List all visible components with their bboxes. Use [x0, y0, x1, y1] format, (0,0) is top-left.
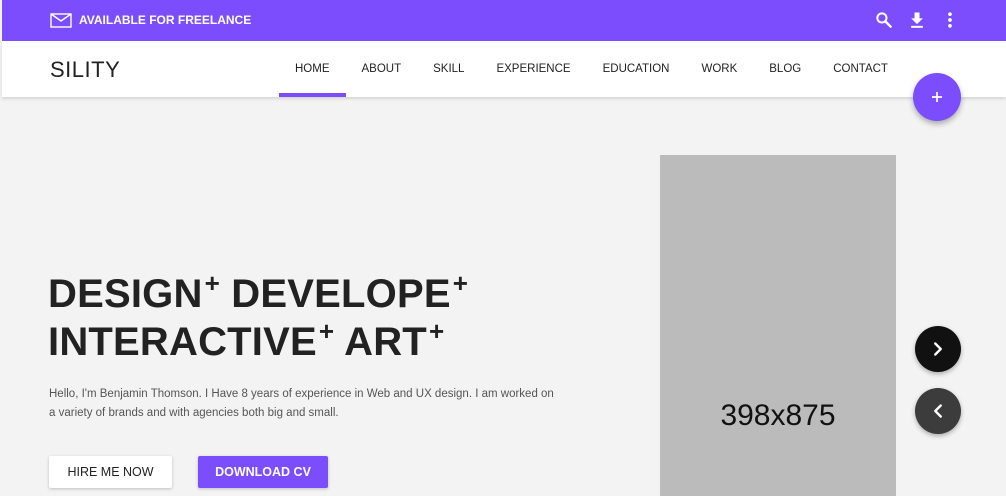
prev-slide-button[interactable] [915, 388, 961, 434]
plus-mark: + [204, 268, 220, 298]
freelance-status: AVAILABLE FOR FREELANCE [50, 11, 251, 29]
nav-item-skill[interactable]: SKILL [417, 41, 480, 97]
nav-item-experience[interactable]: EXPERIENCE [480, 41, 586, 97]
hire-me-button[interactable]: HIRE ME NOW [49, 456, 172, 488]
chevron-right-icon [934, 342, 942, 356]
more-vert-icon[interactable] [940, 10, 960, 30]
hero-word: DESIGN [48, 272, 203, 316]
hero-title: DESIGN+ DEVELOPE+ INTERACTIVE+ ART+ [48, 270, 468, 366]
nav-item-home[interactable]: HOME [279, 41, 346, 97]
plus-mark: + [452, 268, 469, 298]
main-menu: HOME ABOUT SKILL EXPERIENCE EDUCATION WO… [279, 41, 904, 97]
nav-item-contact[interactable]: CONTACT [817, 41, 904, 97]
placeholder-size-text: 398x875 [720, 399, 836, 432]
nav-item-about[interactable]: ABOUT [346, 41, 418, 97]
mail-icon [50, 12, 72, 28]
hero-image-placeholder: 398x875 [660, 155, 896, 496]
plus-icon [932, 92, 942, 102]
hero-description: Hello, I'm Benjamin Thomson. I Have 8 ye… [49, 388, 554, 419]
nav-item-work[interactable]: WORK [685, 41, 753, 97]
download-cv-button[interactable]: DOWNLOAD CV [198, 456, 328, 488]
nav-item-education[interactable]: EDUCATION [587, 41, 686, 97]
nav-item-blog[interactable]: BLOG [753, 41, 817, 97]
hero-word: INTERACTIVE [48, 320, 317, 364]
hero-word: ART [344, 320, 427, 364]
freelance-text: AVAILABLE FOR FREELANCE [79, 13, 252, 27]
hero-word: DEVELOPE [231, 272, 451, 316]
next-slide-button[interactable] [915, 326, 961, 372]
top-bar: AVAILABLE FOR FREELANCE [2, 0, 1006, 41]
search-icon[interactable] [874, 10, 894, 30]
navbar: SILITY HOME ABOUT SKILL EXPERIENCE EDUCA… [2, 41, 1006, 97]
brand-logo[interactable]: SILITY [50, 57, 120, 83]
add-fab-button[interactable] [913, 73, 961, 121]
plus-mark: + [318, 316, 335, 346]
plus-mark: + [428, 316, 445, 346]
download-icon[interactable] [907, 10, 927, 30]
chevron-left-icon [934, 404, 942, 418]
